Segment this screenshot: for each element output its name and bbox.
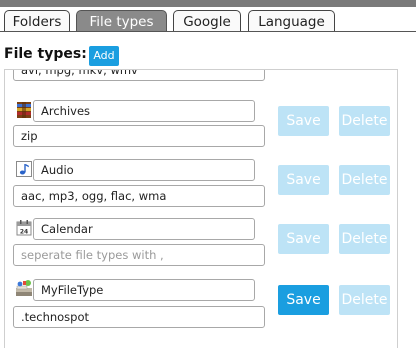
save-button-archives[interactable]: Save	[278, 106, 329, 136]
save-button-audio[interactable]: Save	[278, 165, 329, 195]
name-field-archives[interactable]	[33, 100, 255, 122]
extensions-field-archives[interactable]	[13, 125, 265, 147]
tab-folders[interactable]: Folders	[4, 10, 70, 32]
delete-button-archives[interactable]: Delete	[339, 106, 390, 136]
archive-icon	[15, 101, 33, 119]
save-button-myfiletype[interactable]: Save	[278, 285, 329, 315]
extensions-field-calendar[interactable]	[13, 244, 265, 266]
name-field-myfiletype[interactable]	[33, 279, 255, 301]
filetype-icon	[15, 279, 33, 297]
extensions-field-video[interactable]	[13, 70, 265, 81]
name-field-audio[interactable]	[33, 159, 255, 181]
svg-text:24: 24	[20, 229, 28, 236]
delete-button-audio[interactable]: Delete	[339, 165, 390, 195]
calendar-icon: 24	[15, 219, 33, 237]
extensions-field-myfiletype[interactable]	[13, 306, 265, 328]
delete-button-myfiletype[interactable]: Delete	[339, 285, 390, 315]
save-button-calendar[interactable]: Save	[278, 224, 329, 254]
scrollbar[interactable]	[399, 69, 416, 348]
delete-button-calendar[interactable]: Delete	[339, 224, 390, 254]
tab-language[interactable]: Language	[248, 10, 335, 32]
tab-google[interactable]: Google	[173, 10, 241, 32]
top-bar	[0, 0, 416, 7]
tab-divider	[0, 31, 416, 32]
section-heading: File types:	[4, 46, 87, 62]
music-note-icon	[15, 160, 33, 178]
file-types-list[interactable]: Save Delete Save Delete 24 Save Delete	[4, 69, 398, 348]
extensions-field-audio[interactable]	[13, 185, 265, 207]
tab-file-types[interactable]: File types	[76, 10, 167, 32]
add-button[interactable]: Add	[89, 46, 119, 66]
name-field-calendar[interactable]	[33, 218, 255, 240]
